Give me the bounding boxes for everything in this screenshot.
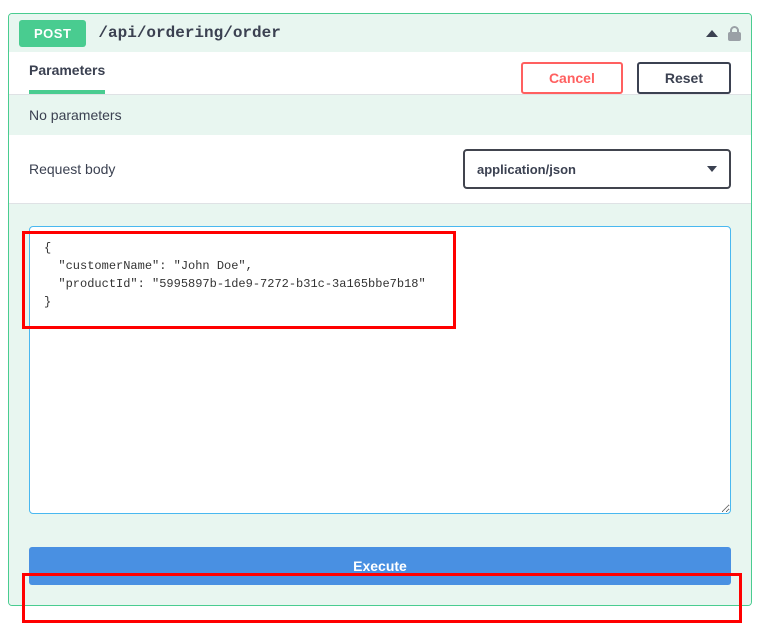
tabs-row: Parameters Cancel Reset <box>9 52 751 95</box>
request-body-textarea[interactable] <box>29 226 731 514</box>
tab-parameters[interactable]: Parameters <box>29 62 105 94</box>
lock-icon[interactable] <box>728 26 741 41</box>
operation-header[interactable]: POST /api/ordering/order <box>9 14 751 52</box>
reset-button[interactable]: Reset <box>637 62 731 94</box>
request-body-label: Request body <box>29 161 463 177</box>
chevron-down-icon <box>707 166 717 172</box>
request-body-row: Request body application/json <box>9 135 751 204</box>
no-parameters-label: No parameters <box>9 95 751 135</box>
request-body-area <box>9 204 751 547</box>
endpoint-path: /api/ordering/order <box>98 24 280 42</box>
cancel-button[interactable]: Cancel <box>521 62 623 94</box>
content-type-value: application/json <box>477 162 576 177</box>
chevron-up-icon[interactable] <box>706 30 718 37</box>
content-type-select[interactable]: application/json <box>463 149 731 189</box>
http-method-badge: POST <box>19 20 86 47</box>
api-operation-panel: POST /api/ordering/order Parameters Canc… <box>8 13 752 606</box>
execute-button[interactable]: Execute <box>29 547 731 585</box>
